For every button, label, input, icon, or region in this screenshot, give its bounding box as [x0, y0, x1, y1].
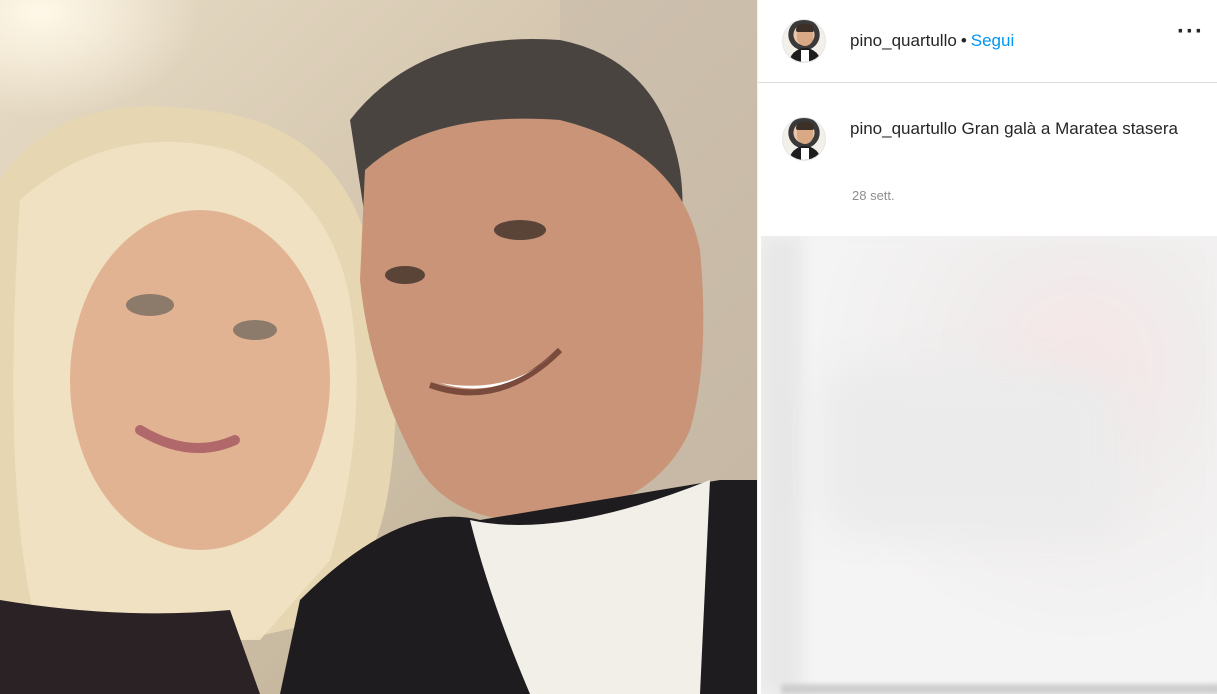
post-timestamp[interactable]: 28 sett. [852, 188, 895, 203]
blurred-comments-area [761, 236, 1217, 694]
caption: pino_quartullo Gran galà a Maratea stase… [850, 117, 1190, 161]
follow-button[interactable]: Segui [971, 31, 1014, 51]
separator-dot: • [960, 31, 967, 50]
post-photo[interactable] [0, 0, 757, 694]
caption-avatar[interactable] [782, 117, 826, 161]
caption-username-link[interactable]: pino_quartullo [850, 119, 957, 138]
post-header: pino_quartullo • Segui ··· [758, 0, 1217, 83]
more-options-icon[interactable]: ··· [1177, 20, 1204, 44]
post-side-panel: pino_quartullo • Segui ··· pino_quartull… [757, 0, 1217, 694]
avatar[interactable] [782, 19, 826, 63]
caption-text: Gran galà a Maratea stasera [961, 119, 1178, 138]
selfie-illustration [0, 0, 757, 694]
username-link[interactable]: pino_quartullo [850, 31, 957, 51]
caption-row: pino_quartullo Gran galà a Maratea stase… [782, 117, 1202, 161]
